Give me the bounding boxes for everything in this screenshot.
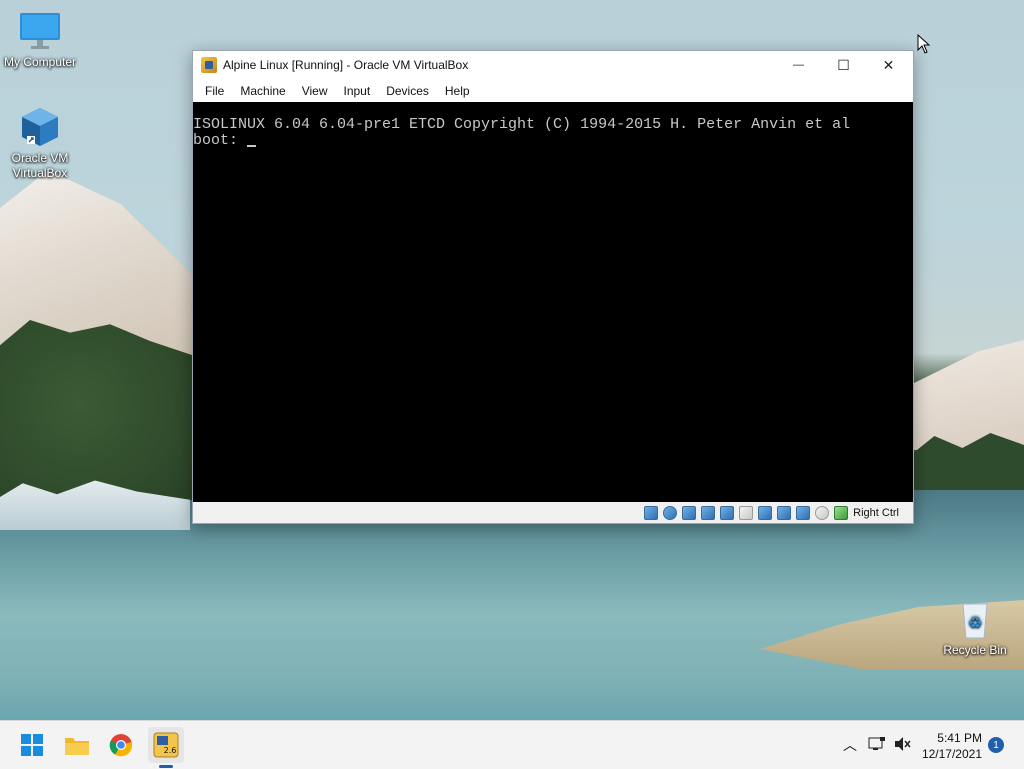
window-title: Alpine Linux [Running] - Oracle VM Virtu…: [223, 58, 469, 72]
usb-icon[interactable]: [720, 505, 735, 520]
terminal-line-prompt: boot:: [193, 133, 913, 149]
mouse-pointer-icon: [917, 33, 931, 59]
start-button[interactable]: [14, 727, 50, 763]
desktop-icon-label-line2: VirtualBox: [12, 166, 68, 180]
optical-drive-icon[interactable]: [663, 505, 678, 520]
text-cursor: [247, 145, 257, 147]
menu-input[interactable]: Input: [336, 84, 379, 98]
vt-x-icon[interactable]: [796, 505, 811, 520]
vm-display[interactable]: ISOLINUX 6.04 6.04-pre1 ETCD Copyright (…: [193, 102, 913, 502]
taskbar: 2.6 ︿ 5:41 PM 12/17/2021 1: [0, 720, 1024, 769]
start-icon: [21, 734, 43, 756]
shared-folders-icon[interactable]: [739, 505, 754, 520]
virtualbox-taskbar-icon: 2.6: [153, 732, 179, 758]
system-tray: ︿: [840, 721, 912, 769]
menu-devices[interactable]: Devices: [378, 84, 437, 98]
notification-badge[interactable]: 1: [988, 737, 1004, 753]
minimize-button[interactable]: —: [776, 51, 821, 79]
monitor-icon: [19, 10, 61, 52]
show-hidden-icons-chevron-icon[interactable]: ︿: [840, 735, 860, 755]
display-icon[interactable]: [758, 505, 773, 520]
desktop-icon-label: My Computer: [3, 55, 77, 69]
virtualbox-icon: [19, 106, 61, 148]
maximize-button[interactable]: ☐: [821, 51, 866, 79]
close-icon: ✕: [882, 56, 895, 73]
minimize-icon: —: [793, 59, 804, 71]
virtualbox-vm-window[interactable]: Alpine Linux [Running] - Oracle VM Virtu…: [192, 50, 914, 524]
virtualbox-app-icon: [201, 57, 217, 73]
file-explorer-button[interactable]: [59, 727, 95, 763]
vm-status-bar: Right Ctrl: [193, 502, 913, 523]
mouse-integration-icon[interactable]: [815, 505, 830, 520]
menu-file[interactable]: File: [197, 84, 232, 98]
svg-text:2.6: 2.6: [164, 746, 177, 755]
chrome-button[interactable]: [103, 727, 139, 763]
svg-text:♻: ♻: [968, 613, 982, 632]
hard-disk-icon[interactable]: [644, 505, 659, 520]
network-icon[interactable]: [701, 505, 716, 520]
menu-help[interactable]: Help: [437, 84, 478, 98]
clock-time: 5:41 PM: [937, 731, 982, 745]
menu-view[interactable]: View: [294, 84, 336, 98]
menu-bar: File Machine View Input Devices Help: [193, 79, 913, 102]
audio-icon[interactable]: [682, 505, 697, 520]
clock-date: 12/17/2021: [921, 747, 982, 761]
maximize-icon: ☐: [837, 56, 850, 73]
video-capture-icon[interactable]: [777, 505, 792, 520]
virtualbox-taskbar-button[interactable]: 2.6: [148, 727, 184, 763]
menu-machine[interactable]: Machine: [232, 84, 293, 98]
close-button[interactable]: ✕: [866, 51, 911, 79]
desktop-icon-label: Recycle Bin: [943, 643, 1007, 657]
terminal-line: ISOLINUX 6.04 6.04-pre1 ETCD Copyright (…: [193, 116, 851, 133]
recycle-bin-icon: ♻: [954, 598, 996, 640]
desktop-icon-recycle-bin[interactable]: ♻ Recycle Bin: [935, 598, 1015, 658]
keyboard-capture-icon[interactable]: [834, 505, 849, 520]
taskbar-clock[interactable]: 5:41 PM 12/17/2021: [922, 730, 982, 762]
boot-prompt: boot:: [193, 132, 248, 149]
volume-muted-icon[interactable]: [894, 736, 912, 755]
chrome-icon: [109, 734, 133, 757]
host-key-label: Right Ctrl: [853, 506, 899, 519]
window-titlebar[interactable]: Alpine Linux [Running] - Oracle VM Virtu…: [193, 51, 913, 79]
desktop-icon-virtualbox[interactable]: Oracle VM VirtualBox: [0, 106, 80, 181]
wallpaper-mountain-right: [912, 340, 1024, 450]
desktop-icon-label-line1: Oracle VM: [11, 151, 69, 165]
network-status-icon[interactable]: [868, 736, 886, 755]
file-explorer-icon: [65, 738, 89, 755]
desktop-icon-my-computer[interactable]: My Computer: [0, 10, 80, 70]
